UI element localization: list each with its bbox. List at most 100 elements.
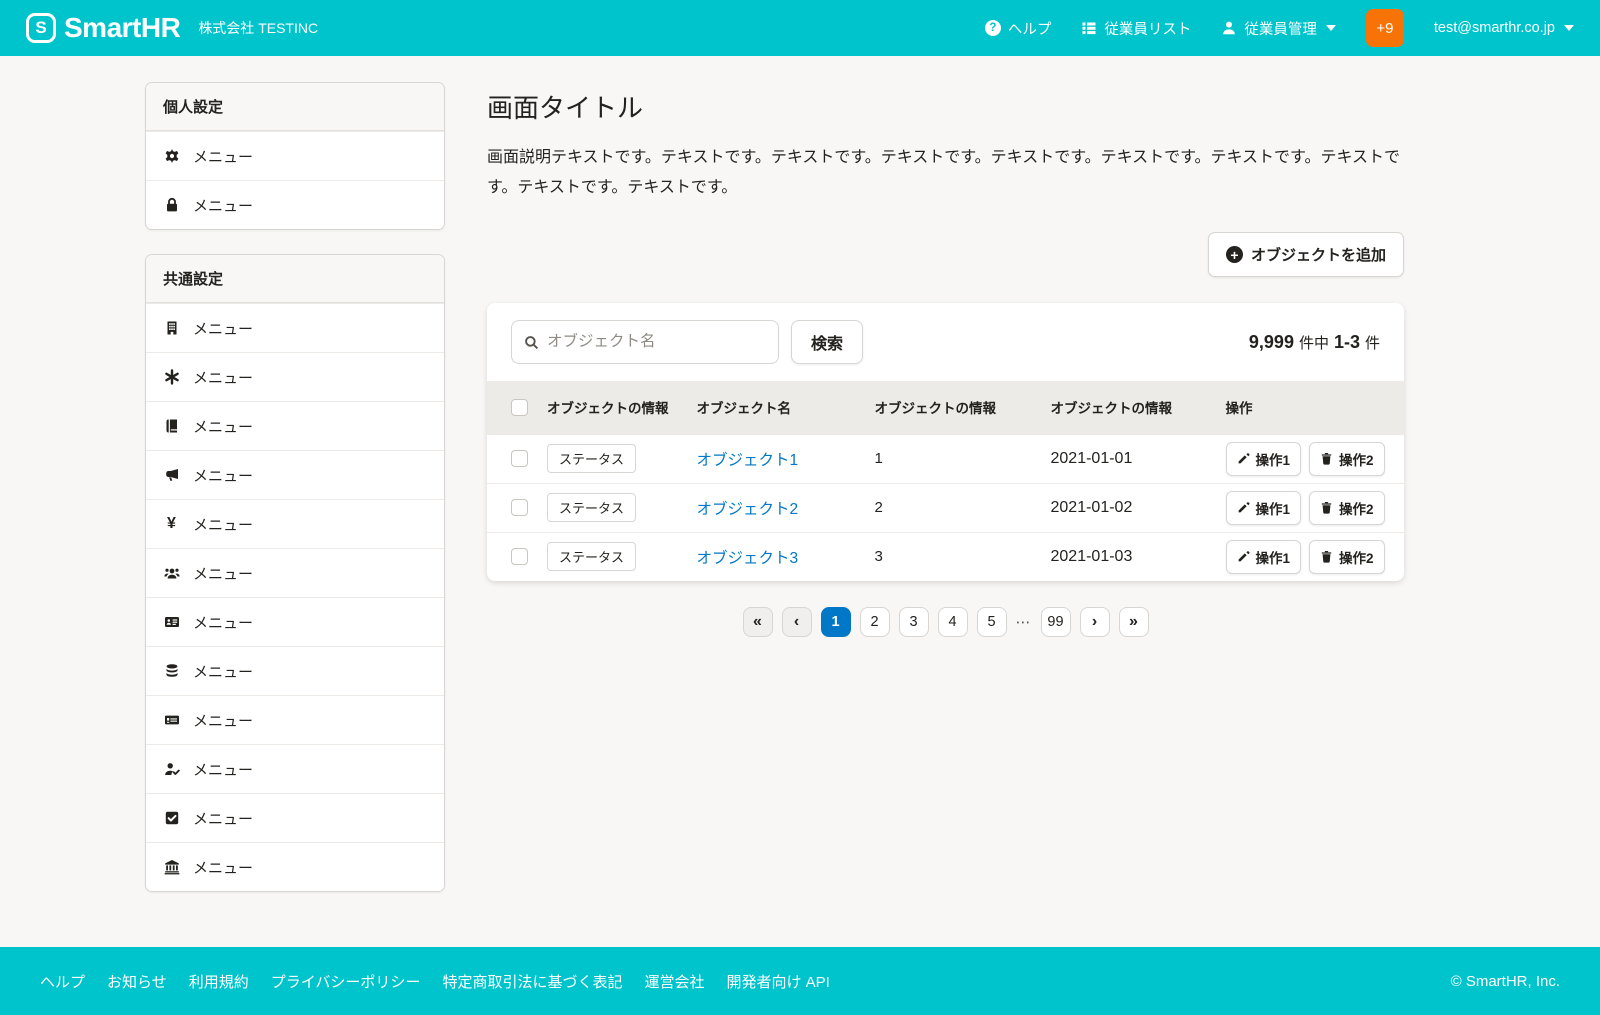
nav-help[interactable]: ? ヘルプ [985,18,1052,39]
footer-link-privacy[interactable]: プライバシーポリシー [271,971,421,992]
chevron-down-icon [1564,25,1574,31]
sidebar-item-money-check[interactable]: メニュー [146,695,444,744]
sidebar-item-label: メニュー [193,612,253,633]
edit-button[interactable]: 操作1 [1226,491,1302,525]
add-object-button[interactable]: + オブジェクトを追加 [1208,232,1404,277]
page-button-1[interactable]: 1 [821,607,851,637]
select-all-checkbox[interactable] [511,399,528,416]
asterisk-icon [163,369,180,386]
trash-icon [1320,501,1333,514]
next-page-button[interactable]: › [1080,607,1110,637]
prev-page-button[interactable]: ‹ [782,607,812,637]
sidebar-item-label: メニュー [193,146,253,167]
footer-link-news[interactable]: お知らせ [107,971,167,992]
search-button[interactable]: 検索 [791,320,863,364]
account-menu[interactable]: test@smarthr.co.jp [1434,20,1574,36]
object-date: 2021-01-01 [1037,434,1212,483]
add-object-button-label: オブジェクトを追加 [1251,244,1386,265]
page-button-99[interactable]: 99 [1041,607,1071,637]
first-page-button[interactable]: « [743,607,773,637]
sidebar-item-database[interactable]: メニュー [146,646,444,695]
page-button-5[interactable]: 5 [977,607,1007,637]
notification-badge[interactable]: +9 [1366,9,1404,47]
result-range: 1-3 [1334,332,1360,353]
object-table: オブジェクトの情報 オブジェクト名 オブジェクトの情報 オブジェクトの情報 操作… [487,381,1404,581]
column-header-actions: 操作 [1212,381,1405,434]
sidebar-item-id-card[interactable]: メニュー [146,597,444,646]
result-count: 9,999 件中 1-3 件 [1249,332,1380,353]
nav-employee-admin[interactable]: 従業員管理 [1221,18,1336,39]
page-button-2[interactable]: 2 [860,607,890,637]
delete-button[interactable]: 操作2 [1309,442,1385,476]
nav-employee-list[interactable]: 従業員リスト [1081,18,1191,39]
copyright: © SmartHR, Inc. [1451,973,1560,990]
footer-link-terms[interactable]: 利用規約 [189,971,249,992]
trash-icon [1320,550,1333,563]
sidebar-item-label: メニュー [193,195,253,216]
sidebar-item-label: メニュー [193,857,253,878]
smarthr-logo[interactable]: S SmartHR [26,12,180,44]
sidebar-item-company[interactable]: メニュー [146,303,444,352]
pencil-icon [1237,501,1250,514]
nav-employee-list-label: 従業員リスト [1104,18,1191,39]
sidebar-item-label: メニュー [193,563,253,584]
page-button-4[interactable]: 4 [938,607,968,637]
list-icon [1081,20,1097,36]
building-icon [163,320,180,337]
sidebar-item-members[interactable]: メニュー [146,548,444,597]
footer-link-company[interactable]: 運営会社 [644,971,704,992]
tenant-name: 株式会社 TESTINC [198,18,318,38]
sidebar-group-personal: 個人設定 メニュー メニュー [145,82,445,230]
sidebar-item-landmark[interactable]: メニュー [146,842,444,891]
delete-button[interactable]: 操作2 [1309,540,1385,574]
footer-link-commerce-law[interactable]: 特定商取引法に基づく表記 [442,971,622,992]
sidebar-item-user-check[interactable]: メニュー [146,744,444,793]
row-checkbox[interactable] [511,499,528,516]
app-footer: ヘルプ お知らせ 利用規約 プライバシーポリシー 特定商取引法に基づく表記 運営… [0,947,1600,1015]
sidebar-item-security[interactable]: メニュー [146,180,444,229]
status-badge: ステータス [547,444,636,473]
pagination: « ‹ 1 2 3 4 5 ⋯ 99 › » [487,607,1404,637]
row-checkbox[interactable] [511,450,528,467]
content-area: 個人設定 メニュー メニュー 共通設定 メニュー メニュー メニュー [0,56,1600,947]
footer-links: ヘルプ お知らせ 利用規約 プライバシーポリシー 特定商取引法に基づく表記 運営… [40,971,830,992]
sidebar-item-announcement[interactable]: メニュー [146,450,444,499]
sidebar-item-check-square[interactable]: メニュー [146,793,444,842]
sidebar-item-book[interactable]: メニュー [146,401,444,450]
table-row: ステータス オブジェクト2 2 2021-01-02 操作1 操作2 [487,483,1404,532]
pencil-icon [1237,550,1250,563]
sidebar: 個人設定 メニュー メニュー 共通設定 メニュー メニュー メニュー [145,82,445,916]
edit-button[interactable]: 操作1 [1226,540,1302,574]
search-input[interactable] [547,333,766,351]
pencil-icon [1237,452,1250,465]
sidebar-group-title: 共通設定 [146,255,444,303]
sidebar-item-payroll[interactable]: ¥ メニュー [146,499,444,548]
footer-link-help[interactable]: ヘルプ [40,971,85,992]
sidebar-item-label: メニュー [193,661,253,682]
result-total: 9,999 [1249,332,1294,353]
nav-employee-admin-label: 従業員管理 [1244,18,1317,39]
object-link[interactable]: オブジェクト1 [697,452,799,469]
question-circle-icon: ? [985,20,1001,36]
object-link[interactable]: オブジェクト3 [697,550,799,567]
last-page-button[interactable]: » [1119,607,1149,637]
delete-button[interactable]: 操作2 [1309,491,1385,525]
column-header-info: オブジェクトの情報 [861,381,1037,434]
sidebar-item-settings[interactable]: メニュー [146,131,444,180]
edit-button[interactable]: 操作1 [1226,442,1302,476]
brand-wordmark: SmartHR [64,12,180,44]
column-header-status: オブジェクトの情報 [533,381,683,434]
footer-link-developer-api[interactable]: 開発者向け API [726,971,829,992]
sidebar-item-label: メニュー [193,710,253,731]
page-button-3[interactable]: 3 [899,607,929,637]
object-link[interactable]: オブジェクト2 [697,501,799,518]
sidebar-item-label: メニュー [193,808,253,829]
object-info: 1 [861,434,1037,483]
row-checkbox[interactable] [511,548,528,565]
sidebar-item-label: メニュー [193,367,253,388]
sidebar-item-asterisk[interactable]: メニュー [146,352,444,401]
book-icon [163,418,180,435]
search-box [511,320,779,364]
lock-icon [163,197,180,214]
search-icon [524,335,539,350]
